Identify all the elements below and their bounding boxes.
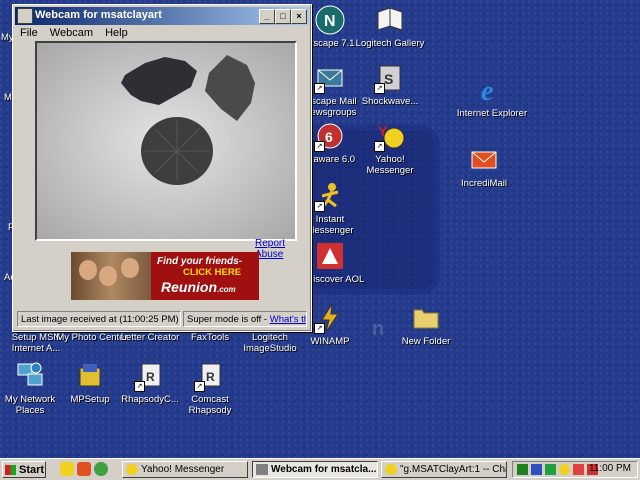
window-titlebar[interactable]: Webcam for msatclayart _ □ ×	[15, 7, 309, 25]
desktop-icon-internet-explorer[interactable]: e Internet Explorer	[456, 74, 528, 119]
svg-text:6: 6	[325, 129, 333, 145]
task-yahoo-messenger[interactable]: Yahoo! Messenger	[122, 461, 248, 478]
ad-line1: Find your friends-	[157, 256, 242, 267]
reunion-ad-banner[interactable]: Find your friends- CLICK HERE Reunion.co…	[71, 252, 259, 300]
setup-box-icon	[74, 360, 106, 392]
tray-icon[interactable]	[559, 464, 570, 475]
yahoo-icon	[126, 464, 138, 475]
menu-help[interactable]: Help	[105, 27, 128, 39]
chat-icon	[385, 464, 397, 475]
ad-photo	[71, 252, 151, 300]
desktop-icon-comcast-rhapsody[interactable]: R ↗ Comcast Rhapsody	[174, 360, 246, 416]
webcam-window[interactable]: Webcam for msatclayart _ □ × File Webcam…	[12, 4, 312, 332]
whats-this-link[interactable]: What's this?	[270, 314, 306, 325]
taskbar: Start Yahoo! Messenger Webcam for msatcl…	[0, 458, 640, 480]
aim-running-man-icon: ↗	[314, 180, 346, 212]
rhapsody-icon: R ↗	[194, 360, 226, 392]
gallery-book-icon	[374, 4, 406, 36]
aol-triangle-icon	[314, 240, 346, 272]
menu-webcam[interactable]: Webcam	[50, 27, 93, 39]
folder-icon	[410, 302, 442, 334]
quicklaunch-media-icon[interactable]	[94, 462, 108, 476]
webcam-image	[35, 41, 297, 241]
webcam-icon	[256, 464, 268, 475]
svg-text:N: N	[324, 13, 336, 30]
desktop-icon-incredimail[interactable]: IncrediMail	[448, 144, 520, 189]
status-super-mode: Super mode is off - What's this?	[183, 311, 307, 327]
quicklaunch-mail-icon[interactable]	[77, 462, 91, 476]
webcam-icon	[17, 8, 33, 24]
shockwave-icon: S ↗	[374, 62, 406, 94]
tray-icon[interactable]	[545, 464, 556, 475]
mail-icon: ↗	[314, 62, 346, 94]
close-button[interactable]: ×	[291, 9, 307, 24]
yahoo-smiley-icon: Y ↗	[374, 120, 406, 152]
task-chat[interactable]: "g.MSATClayArt:1 -- Chat	[381, 461, 507, 478]
netscape-icon: N	[314, 4, 346, 36]
tray-icon[interactable]	[517, 464, 528, 475]
svg-text:Y: Y	[378, 123, 388, 139]
ad-line2: CLICK HERE	[183, 267, 242, 278]
tray-icon[interactable]	[573, 464, 584, 475]
report-abuse-link[interactable]: Report Abuse	[255, 238, 311, 260]
start-button[interactable]: Start	[2, 461, 46, 478]
desktop-icon-logitech-gallery[interactable]: Logitech Gallery	[354, 4, 426, 49]
ad-logo: Reunion.com	[161, 279, 236, 295]
desktop-icon-shockwave[interactable]: S ↗ Shockwave...	[354, 62, 426, 107]
quicklaunch-yahoo-icon[interactable]	[60, 462, 74, 476]
svg-text:e: e	[481, 76, 493, 106]
tray-icon[interactable]	[531, 464, 542, 475]
task-webcam[interactable]: Webcam for msatcla...	[252, 461, 378, 478]
ad-aware-icon: 6 ↗	[314, 120, 346, 152]
menu-file[interactable]: File	[20, 27, 38, 39]
status-last-image: Last image received at (11:00:25 PM)	[17, 311, 181, 327]
window-title: Webcam for msatclayart	[35, 9, 162, 21]
maximize-button[interactable]: □	[275, 9, 291, 24]
svg-text:R: R	[206, 370, 215, 384]
svg-text:S: S	[384, 71, 393, 87]
desktop-icon-yahoo-messenger[interactable]: Y ↗ Yahoo! Messenger	[354, 120, 426, 176]
network-computers-icon	[14, 360, 46, 392]
system-tray: 11:00 PM	[512, 461, 638, 478]
desktop-icon-new-folder[interactable]: New Folder	[390, 302, 462, 347]
minimize-button[interactable]: _	[259, 9, 275, 24]
winamp-bolt-icon: ↗	[314, 302, 346, 334]
svg-text:R: R	[146, 370, 155, 384]
rhapsody-icon: R ↗	[134, 360, 166, 392]
internet-explorer-icon: e	[476, 74, 508, 107]
clock[interactable]: 11:00 PM	[589, 463, 631, 474]
windows-flag-icon	[5, 465, 16, 475]
envelope-icon	[468, 144, 500, 176]
desktop-icon-logitech-imagestudio[interactable]: Logitech ImageStudio	[234, 332, 306, 354]
